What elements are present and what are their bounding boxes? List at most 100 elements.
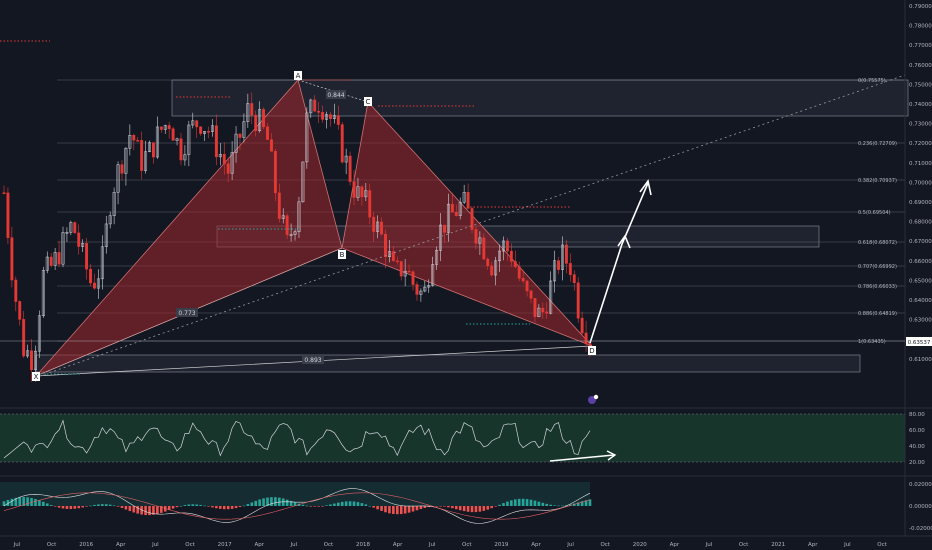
candle-body	[490, 265, 494, 276]
macd-histogram-bar	[482, 506, 486, 511]
candle-body	[368, 190, 372, 218]
macd-histogram-bar	[392, 506, 395, 514]
candle-body	[450, 203, 454, 213]
macd-histogram-bar	[466, 506, 470, 512]
fib-level-label: 0.236(0.72709)	[858, 141, 897, 147]
time-tick-label: Jul	[13, 542, 21, 548]
macd-histogram-bar	[211, 506, 214, 508]
macd-histogram-bar	[144, 506, 147, 516]
candle-body	[474, 229, 478, 244]
event-badge-icon[interactable]	[593, 394, 599, 400]
time-tick-label: Oct	[462, 542, 472, 548]
macd-histogram-bar	[419, 506, 423, 510]
macd-histogram-bar	[470, 506, 474, 513]
candle-body	[505, 240, 509, 252]
macd-histogram-bar	[61, 506, 65, 509]
macd-histogram-bar	[219, 506, 222, 509]
price-tick-label: 0.68000	[909, 220, 932, 226]
macd-histogram-bar	[175, 506, 179, 508]
candle-body	[525, 280, 529, 292]
price-tick-label: 0.67000	[909, 239, 932, 245]
point-label-b: B	[340, 251, 345, 259]
candle-body	[348, 155, 352, 182]
rsi-tick-label: 60.00	[909, 428, 925, 434]
macd-histogram-bar	[388, 506, 391, 514]
candle-body	[85, 243, 89, 270]
candle-body	[140, 140, 144, 171]
candle-body	[454, 212, 458, 216]
price-tick-label: 0.79000	[909, 4, 932, 10]
time-tick-label: Oct	[600, 542, 610, 548]
candle-body	[568, 263, 572, 275]
macd-histogram-bar	[458, 506, 462, 511]
price-tick-label: 0.73000	[909, 122, 932, 128]
candle-body	[207, 131, 210, 133]
macd-histogram-bar	[116, 506, 120, 507]
macd-histogram-bar	[120, 506, 124, 509]
candle-body	[415, 284, 419, 295]
macd-histogram-bar	[136, 506, 140, 514]
price-tick-label: 0.65000	[909, 278, 932, 284]
candle-body	[340, 124, 344, 163]
candle-body	[195, 120, 199, 128]
candle-body	[89, 268, 92, 284]
price-tick-label: 0.77000	[909, 43, 932, 49]
macd-histogram-bar	[128, 506, 132, 512]
candle-body	[482, 237, 486, 260]
candle-body	[277, 192, 281, 219]
candle-body	[328, 114, 332, 119]
candle-body	[285, 215, 289, 235]
time-tick-label: Apr	[808, 542, 818, 548]
macd-tick-label: 0.00000	[909, 504, 932, 510]
macd-histogram-bar	[156, 506, 159, 514]
macd-histogram-bar	[317, 506, 320, 507]
point-label-x: X	[34, 373, 39, 381]
candle-body	[407, 270, 411, 273]
time-tick-label: Jul	[705, 542, 713, 548]
candle-body	[151, 142, 155, 158]
rsi-tick-label: 80.00	[909, 412, 925, 418]
macd-tick-label: 0.02000	[909, 482, 932, 488]
time-tick-label: Oct	[47, 542, 57, 548]
macd-histogram-bar	[451, 506, 454, 509]
candle-body	[57, 252, 61, 265]
macd-histogram-bar	[238, 506, 242, 508]
candle-body	[317, 110, 321, 113]
candle-body	[250, 103, 254, 116]
candle-body	[6, 192, 10, 238]
rsi-tick-label: 20.00	[909, 460, 925, 466]
candle-body	[238, 133, 242, 138]
price-tick-label: 0.75000	[909, 82, 932, 88]
macd-histogram-bar	[179, 505, 183, 507]
macd-histogram-bar	[73, 506, 77, 509]
candle-body	[226, 163, 230, 174]
macd-histogram-bar	[478, 506, 482, 512]
candle-body	[266, 126, 269, 140]
candle-body	[513, 261, 517, 268]
macd-histogram-bar	[439, 506, 442, 507]
time-tick-label: Jul	[428, 542, 436, 548]
time-tick-label: Jul	[843, 542, 851, 548]
macd-histogram-bar	[368, 505, 372, 507]
candle-body	[214, 125, 218, 158]
trading-chart[interactable]: X A B C D 0.844 0.773 0.893 0(0.75575) 0.…	[0, 0, 932, 550]
macd-histogram-bar	[380, 506, 383, 511]
time-tick-label: Jul	[151, 542, 159, 548]
candle-body	[93, 282, 96, 289]
price-tick-label: 0.71000	[909, 161, 932, 167]
time-tick-label: Oct	[185, 542, 195, 548]
macd-histogram-bar	[69, 506, 73, 510]
time-tick-label: Jul	[566, 542, 574, 548]
candle-body	[541, 307, 545, 313]
fib-level-label: 0.382(0.70937)	[858, 178, 897, 184]
candle-body	[273, 150, 277, 194]
candle-body	[580, 317, 584, 334]
candle-body	[384, 233, 387, 258]
ratio-label-ab: 0.844	[327, 92, 344, 99]
candle-body	[10, 237, 14, 281]
macd-histogram-bar	[454, 506, 458, 510]
candle-body	[254, 114, 258, 131]
fib-level-label: 0.707(0.66992)	[858, 264, 897, 270]
price-tick-label: 0.74000	[909, 102, 932, 108]
macd-histogram-bar	[395, 506, 399, 515]
